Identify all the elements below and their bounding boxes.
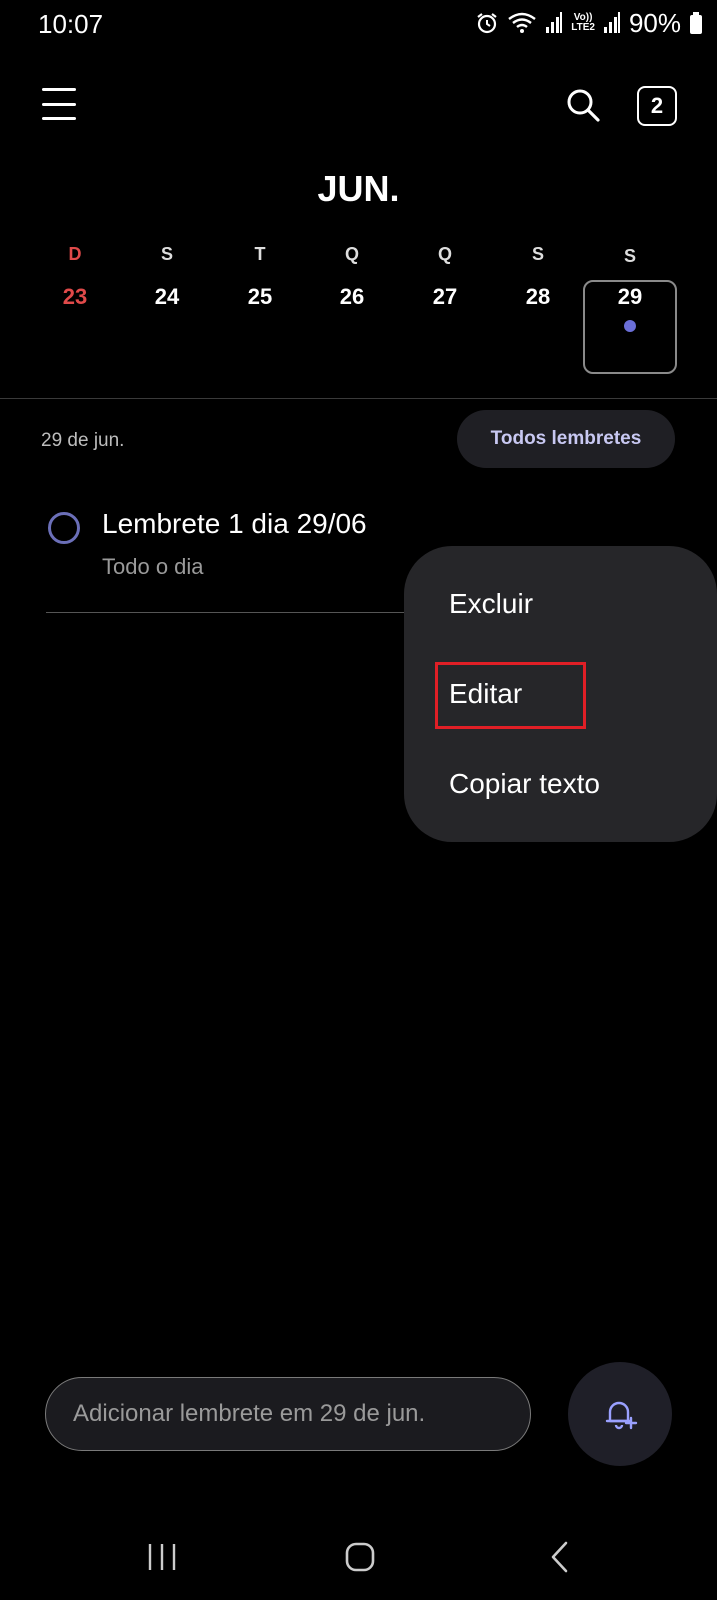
signal-icon xyxy=(546,12,563,33)
home-icon[interactable] xyxy=(344,1540,378,1574)
menu-item-excluir[interactable]: Excluir xyxy=(449,588,533,620)
alarm-icon xyxy=(477,13,497,34)
bell-plus-icon xyxy=(605,1401,638,1430)
search-icon[interactable] xyxy=(565,87,601,123)
complete-checkbox[interactable] xyxy=(48,512,80,544)
wifi-icon xyxy=(508,12,536,33)
day-23[interactable]: D 23 xyxy=(28,238,122,378)
week-strip: D 23 S 24 T 25 Q 26 Q 27 S 28 S 29 xyxy=(28,238,694,378)
reminder-title: Lembrete 1 dia 29/06 xyxy=(102,508,367,539)
status-time: 10:07 xyxy=(38,9,104,39)
recent-apps-icon[interactable] xyxy=(146,1540,178,1574)
menu-item-editar[interactable]: Editar xyxy=(449,678,522,710)
signal-icon-2 xyxy=(603,12,620,33)
divider xyxy=(46,612,414,613)
status-icons: Vo)) LTE2 90% xyxy=(475,8,703,38)
event-dot xyxy=(624,320,636,332)
divider xyxy=(0,398,717,399)
add-reminder-input[interactable]: Adicionar lembrete em 29 de jun. xyxy=(45,1377,531,1451)
day-24[interactable]: S 24 xyxy=(120,238,214,378)
day-28[interactable]: S 28 xyxy=(491,238,585,378)
day-26[interactable]: Q 26 xyxy=(305,238,399,378)
back-icon[interactable] xyxy=(548,1540,572,1574)
hamburger-menu-icon[interactable] xyxy=(42,88,76,120)
add-reminder-button[interactable] xyxy=(568,1362,672,1466)
day-29-selected[interactable]: S 29 xyxy=(583,246,677,374)
day-25[interactable]: T 25 xyxy=(213,238,307,378)
reminder-count-button[interactable]: 2 xyxy=(637,86,677,126)
context-menu: Excluir Editar Copiar texto xyxy=(404,546,717,842)
lte-indicator: Vo)) LTE2 xyxy=(571,12,595,33)
date-label: 29 de jun. xyxy=(41,430,125,451)
nav-bar xyxy=(0,1520,717,1600)
all-reminders-button[interactable]: Todos lembretes xyxy=(457,410,675,468)
month-title: JUN. xyxy=(317,168,400,209)
reminder-subtitle: Todo o dia xyxy=(102,554,204,579)
menu-item-copiar-texto[interactable]: Copiar texto xyxy=(449,768,600,800)
status-bar: 10:07 Vo)) LTE2 90% xyxy=(0,0,717,48)
battery-percent: 90% xyxy=(628,7,681,38)
battery-icon xyxy=(690,12,702,34)
reminder-item[interactable]: Lembrete 1 dia 29/06 Todo o dia xyxy=(46,500,456,612)
day-27[interactable]: Q 27 xyxy=(398,238,492,378)
